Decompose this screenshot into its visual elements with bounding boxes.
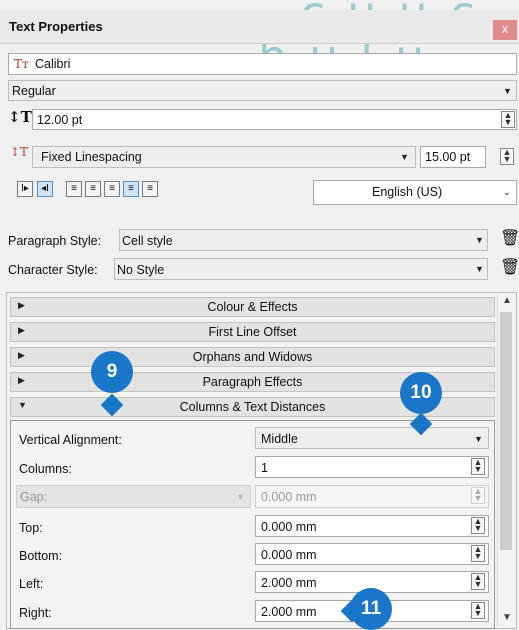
right-distance-spinner[interactable]: ▲ ▼ <box>471 602 485 619</box>
font-family-select[interactable] <box>8 53 517 75</box>
font-size-value: 12.00 pt <box>37 113 83 127</box>
chevron-down-icon: ▼ <box>400 152 409 162</box>
direction-ltr-icon[interactable]: I▸ <box>17 181 33 197</box>
chevron-down-icon: ▼ <box>474 434 483 444</box>
scrollbar-thumb[interactable] <box>500 312 512 550</box>
expand-arrow-icon: ▶ <box>18 300 25 310</box>
align-forced-justify-icon[interactable]: ≡ <box>142 181 158 197</box>
section-label: Orphans and Widows <box>192 350 313 364</box>
callout-9: 9 <box>91 351 133 393</box>
character-style-label: Character Style: <box>8 263 98 277</box>
expand-arrow-icon: ▶ <box>18 350 25 360</box>
line-spacing-mode-value: Fixed Linespacing <box>41 150 142 164</box>
trash-icon[interactable]: 🗑 <box>500 257 519 277</box>
left-distance-spinner[interactable]: ▲ ▼ <box>471 573 485 590</box>
vertical-alignment-value: Middle <box>261 432 298 446</box>
window-title: Text Properties <box>9 19 103 34</box>
line-spacing-spinner[interactable]: ▲ ▼ <box>500 148 514 165</box>
chevron-down-icon: ▼ <box>236 492 245 502</box>
character-style-value: No Style <box>117 263 165 277</box>
collapse-arrow-icon: ▼ <box>18 400 27 410</box>
gap-value: 0.000 mm <box>261 490 317 504</box>
top-label: Top: <box>19 521 43 535</box>
section-label: Paragraph Effects <box>202 375 303 389</box>
paragraph-style-select[interactable] <box>119 229 488 251</box>
scroll-up-icon[interactable]: ▲ <box>502 295 512 306</box>
chevron-down-icon: ▼ <box>475 235 484 245</box>
font-size-icon: ↕T <box>8 108 32 126</box>
top-distance-value: 0.000 mm <box>261 520 317 534</box>
expand-arrow-icon: ▶ <box>18 325 25 335</box>
align-left-icon[interactable]: ≡ <box>66 181 82 197</box>
bottom-label: Bottom: <box>19 549 63 563</box>
language-value: English (US) <box>372 185 443 199</box>
align-center-icon[interactable]: ≡ <box>85 181 101 197</box>
vertical-alignment-label: Vertical Alignment: <box>19 433 122 447</box>
section-label: First Line Offset <box>208 325 297 339</box>
callout-11: 11 <box>350 588 392 630</box>
font-family-value: Calibri <box>35 57 71 71</box>
section-orphans-widows[interactable]: Orphans and Widows <box>10 347 495 367</box>
font-size-field[interactable] <box>32 109 517 130</box>
font-size-spinner[interactable]: ▲ ▼ <box>501 111 515 128</box>
paragraph-style-label: Paragraph Style: <box>8 234 102 248</box>
align-justify-icon[interactable]: ≡ <box>123 181 139 197</box>
gap-spinner: ▲ ▼ <box>471 487 485 504</box>
right-label: Right: <box>19 606 52 620</box>
character-style-select[interactable] <box>114 258 488 280</box>
line-spacing-icon: ↕T <box>10 145 29 159</box>
chevron-down-icon: ▼ <box>475 264 484 274</box>
section-first-line-offset[interactable]: First Line Offset <box>10 322 495 342</box>
section-label: Columns & Text Distances <box>179 400 326 414</box>
right-distance-value: 2.000 mm <box>261 605 317 619</box>
columns-spinner[interactable]: ▲ ▼ <box>471 458 485 475</box>
section-colour-effects[interactable]: Colour & Effects <box>10 297 495 317</box>
truetype-font-icon: Tт <box>14 57 29 71</box>
align-right-icon[interactable]: ≡ <box>104 181 120 197</box>
gap-mode-select <box>16 485 251 508</box>
direction-rtl-icon[interactable]: ◂I <box>37 181 53 197</box>
paragraph-style-value: Cell style <box>122 234 173 248</box>
top-distance-spinner[interactable]: ▲ ▼ <box>471 517 485 534</box>
left-distance-value: 2.000 mm <box>261 576 317 590</box>
trash-icon[interactable]: 🗑 <box>500 228 519 248</box>
chevron-down-icon: ⌄ <box>503 187 511 197</box>
font-style-select[interactable] <box>8 80 517 101</box>
section-label: Colour & Effects <box>207 300 298 314</box>
columns-field[interactable] <box>255 456 489 478</box>
callout-10: 10 <box>400 372 442 414</box>
bottom-distance-spinner[interactable]: ▲ ▼ <box>471 545 485 562</box>
scroll-down-icon[interactable]: ▼ <box>502 612 512 623</box>
bottom-distance-value: 0.000 mm <box>261 548 317 562</box>
gap-label: Gap: <box>20 490 48 504</box>
close-button[interactable]: x <box>493 20 517 40</box>
columns-value: 1 <box>261 461 268 475</box>
left-label: Left: <box>19 577 44 591</box>
expand-arrow-icon: ▶ <box>18 375 25 385</box>
line-spacing-value: 15.00 pt <box>425 150 471 164</box>
columns-label: Columns: <box>19 462 72 476</box>
chevron-down-icon: ▼ <box>503 86 512 96</box>
font-style-value: Regular <box>12 84 56 98</box>
